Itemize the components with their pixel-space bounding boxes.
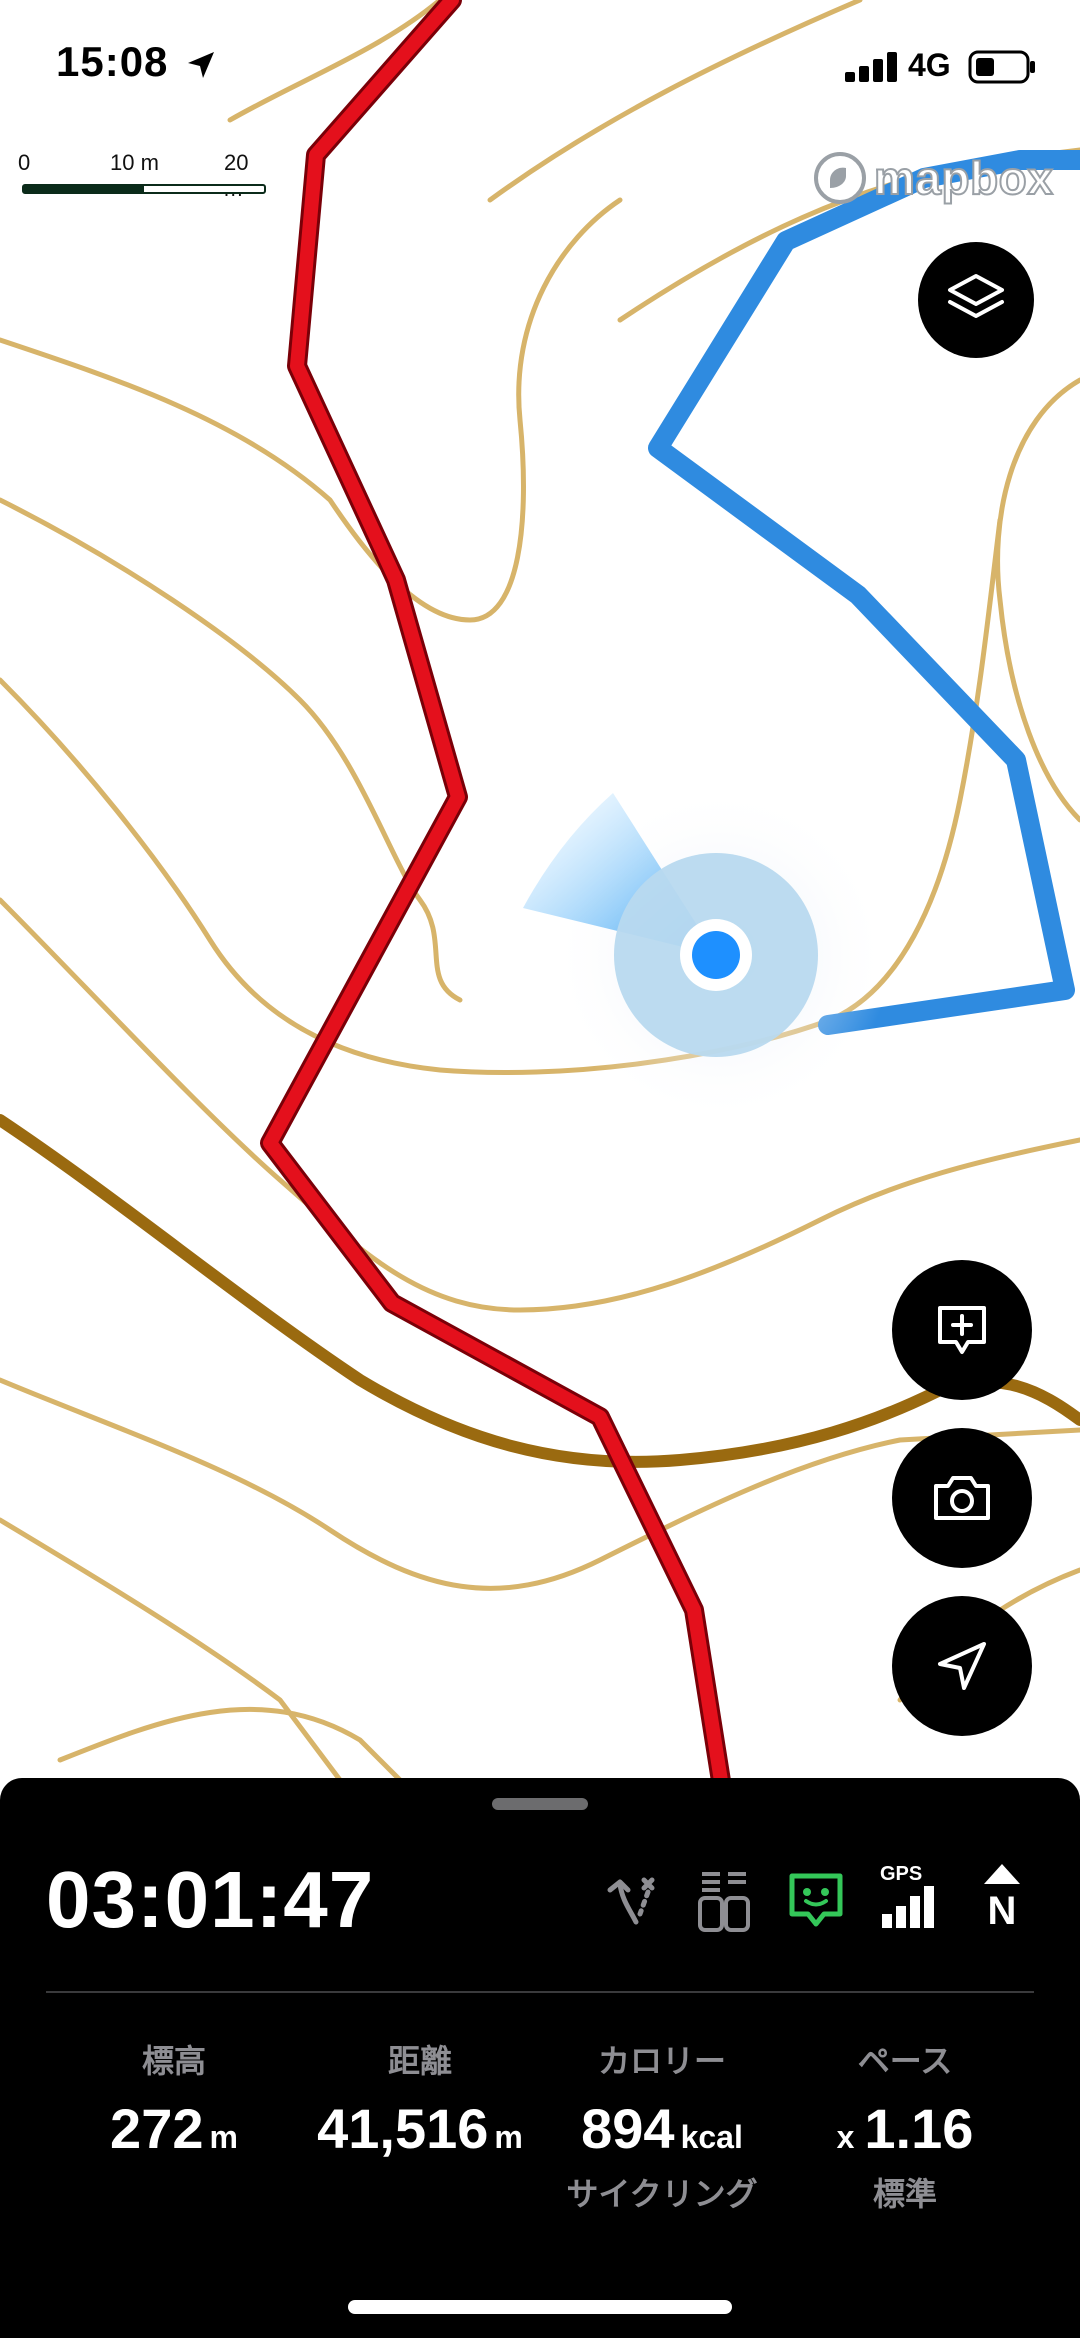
- north-arrow-icon: [984, 1864, 1020, 1884]
- navigation-arrow-icon: [938, 1642, 986, 1690]
- battery-icon: [968, 50, 1035, 84]
- cellular-signal-icon: [845, 52, 897, 82]
- distance-value: 41,516: [317, 2097, 489, 2160]
- mapbox-wordmark: mapbox: [873, 151, 1054, 205]
- altitude-label: 標高: [141, 2043, 206, 2079]
- home-indicator[interactable]: [348, 2300, 732, 2314]
- scale-label-20: 20 m: [224, 150, 249, 201]
- elapsed-timer: 03:01:47: [46, 1855, 375, 1944]
- stat-calories: カロリー 894 kcal サイクリング: [556, 2036, 768, 2215]
- north-label: N: [987, 1889, 1017, 1933]
- clock: 15:08: [56, 38, 169, 85]
- pace-value: 1.16: [864, 2097, 974, 2160]
- gps-bars-icon: [882, 1886, 934, 1928]
- panel-drag-handle[interactable]: [492, 1798, 588, 1810]
- add-note-icon: [938, 1306, 986, 1354]
- network-type: 4G: [908, 47, 951, 83]
- pace-label: ペース: [857, 2043, 953, 2079]
- gps-signal-icon[interactable]: GPS: [880, 1864, 940, 1933]
- route-branch-icon[interactable]: [600, 1870, 660, 1930]
- mapbox-attribution[interactable]: mapbox: [812, 148, 1054, 208]
- location-services-icon: [188, 52, 214, 78]
- map-scale-bar: 0 10 m 20 m: [16, 150, 266, 201]
- altitude-unit: m: [209, 2119, 238, 2155]
- camera-icon: [934, 1476, 990, 1520]
- calories-unit: kcal: [680, 2119, 743, 2155]
- calories-value: 894: [581, 2097, 675, 2160]
- layers-icon: [948, 274, 1004, 318]
- status-bar: 15:08 4G: [0, 0, 1080, 130]
- scale-bar-graphic: [22, 184, 266, 194]
- activity-type: サイクリング: [566, 2176, 758, 2212]
- stat-altitude: 標高 272 m: [84, 2036, 264, 2161]
- map-layers-button[interactable]: [918, 242, 1034, 358]
- panel-divider: [46, 1991, 1034, 1993]
- battery-cells-icon[interactable]: [694, 1870, 754, 1932]
- camera-button[interactable]: [892, 1428, 1032, 1568]
- calories-label: カロリー: [597, 2043, 726, 2079]
- assist-face-icon[interactable]: [786, 1870, 846, 1930]
- locate-me-button[interactable]: [892, 1596, 1032, 1736]
- add-note-button[interactable]: [892, 1260, 1032, 1400]
- mapbox-logo-icon: [814, 152, 866, 204]
- north-up-icon[interactable]: N: [976, 1864, 1028, 1931]
- pace-level: 標準: [872, 2176, 937, 2212]
- scale-label-0: 0: [18, 150, 31, 175]
- stat-distance: 距離 41,516 m: [300, 2036, 540, 2161]
- altitude-value: 272: [110, 2097, 204, 2160]
- scale-label-10: 10 m: [110, 150, 159, 175]
- stat-pace: ペース x 1.16 標準: [820, 2036, 990, 2215]
- pace-prefix: x: [836, 2119, 855, 2155]
- activity-panel[interactable]: 03:01:47 GPS N 標高 272 m 距離 41,516 m カロリー…: [0, 1778, 1080, 2338]
- distance-unit: m: [494, 2119, 523, 2155]
- gps-label: GPS: [880, 1863, 923, 1885]
- distance-label: 距離: [387, 2043, 452, 2079]
